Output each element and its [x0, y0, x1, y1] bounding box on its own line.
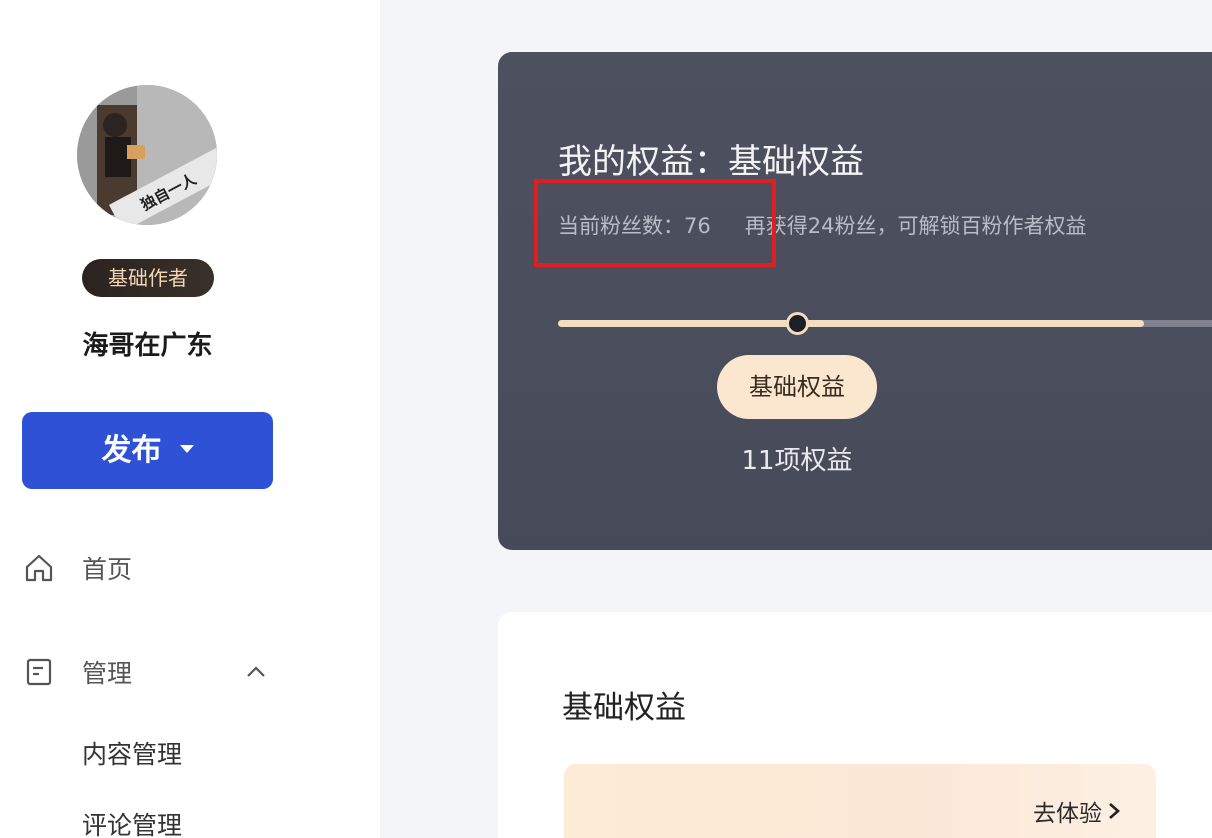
sidebar: 独自一人 基础作者 海哥在广东 发布 首页 管理 内容管理 评论管理 — [0, 0, 380, 838]
hero-subtitle: 当前粉丝数：76 再获得24粉丝，可解锁百粉作者权益 — [558, 210, 1086, 240]
main-content: 我的权益：基础权益 当前粉丝数：76 再获得24粉丝，可解锁百粉作者权益 基础权益… — [380, 0, 1212, 838]
username: 海哥在广东 — [82, 331, 213, 361]
home-icon — [22, 551, 56, 585]
tier-basic-button[interactable]: 基础权益 — [717, 355, 877, 419]
progress-fill — [558, 320, 1144, 327]
author-level-badge: 基础作者 — [82, 259, 214, 297]
publish-button[interactable]: 发布 — [22, 412, 273, 489]
benefit-item: 去体验 — [564, 764, 1156, 838]
try-label: 去体验 — [1033, 801, 1102, 827]
nav-item-manage[interactable]: 管理 — [22, 652, 132, 692]
basic-benefits-card: 基础权益 去体验 — [498, 612, 1212, 838]
fans-count-text: 当前粉丝数：76 — [558, 214, 711, 238]
sub-item-comment-manage[interactable]: 评论管理 — [82, 806, 182, 838]
hero-title: 我的权益：基础权益 — [558, 142, 864, 182]
try-link[interactable]: 去体验 — [1033, 794, 1122, 828]
chevron-right-icon — [1109, 803, 1120, 819]
nav-home-label: 首页 — [82, 555, 133, 584]
sub-item-content-manage[interactable]: 内容管理 — [82, 735, 182, 771]
tier-benefit-count: 11项权益 — [741, 446, 853, 476]
avatar[interactable]: 独自一人 — [77, 85, 217, 225]
progress-marker — [786, 312, 809, 335]
chevron-up-icon[interactable] — [244, 660, 268, 684]
card-title: 基础权益 — [562, 690, 686, 726]
nav-manage-label: 管理 — [82, 659, 133, 688]
unlock-hint-text: 再获得24粉丝，可解锁百粉作者权益 — [744, 214, 1087, 238]
document-icon — [22, 655, 56, 689]
avatar-image: 独自一人 — [77, 85, 217, 225]
publish-label: 发布 — [101, 433, 162, 468]
benefits-hero-card: 我的权益：基础权益 当前粉丝数：76 再获得24粉丝，可解锁百粉作者权益 基础权益… — [498, 52, 1212, 550]
nav-item-home[interactable]: 首页 — [22, 548, 132, 588]
caret-down-icon — [179, 444, 194, 453]
